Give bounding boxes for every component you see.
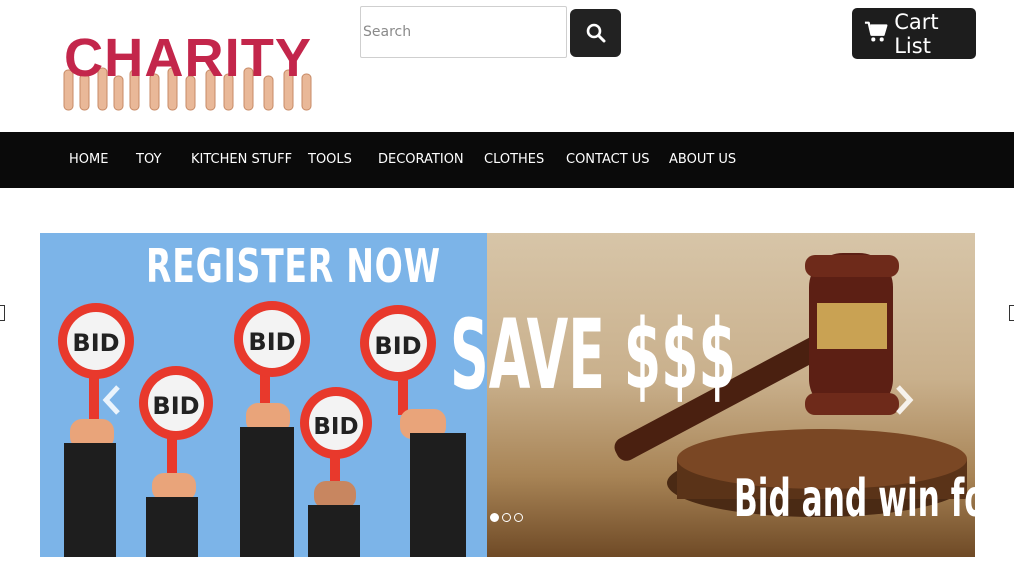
nav-item-kitchen-stuff[interactable]: KITCHEN STUFF xyxy=(191,132,292,188)
indicator-dot[interactable] xyxy=(490,513,499,522)
search-icon xyxy=(586,23,605,43)
svg-text:BID: BID xyxy=(374,332,421,360)
indicator-dot[interactable] xyxy=(514,513,523,522)
nav-item-home[interactable]: HOME xyxy=(69,132,108,188)
nav-item-toy[interactable]: TOY xyxy=(136,132,161,188)
edge-tab-left[interactable] xyxy=(0,305,5,321)
nav-item-clothes[interactable]: CLOTHES xyxy=(484,132,544,188)
charity-logo[interactable]: CHARITY xyxy=(60,18,318,112)
logo-text: CHARITY xyxy=(64,28,312,88)
svg-text:BID: BID xyxy=(313,414,358,440)
svg-text:BID: BID xyxy=(248,328,295,356)
bid-paddle-1: BID xyxy=(58,303,134,557)
chevron-right-icon[interactable] xyxy=(890,383,916,417)
bid-paddle-4: BID xyxy=(300,387,372,557)
cart-list-label: Cart List xyxy=(894,9,939,58)
bid-and-win-text: Bid and win for l xyxy=(734,469,975,529)
carousel-indicators xyxy=(490,513,523,522)
nav-item-tools[interactable]: TOOLS xyxy=(308,132,352,188)
cart-icon xyxy=(864,21,888,42)
nav-item-contact-us[interactable]: CONTACT US xyxy=(566,132,650,188)
cart-list-button[interactable]: Cart List xyxy=(852,8,976,59)
bid-paddle-2: BID xyxy=(139,366,213,557)
chevron-left-icon[interactable] xyxy=(100,383,126,417)
nav-item-about-us[interactable]: ABOUT US xyxy=(669,132,736,188)
search-input[interactable] xyxy=(360,6,567,58)
svg-text:BID: BID xyxy=(72,329,119,357)
save-dollars-text: SAVE $$$ xyxy=(450,299,736,411)
indicator-dot[interactable] xyxy=(502,513,511,522)
nav-item-decoration[interactable]: DECORATION xyxy=(378,132,464,188)
edge-tab-right[interactable] xyxy=(1009,305,1014,321)
main-navbar: HOME TOY KITCHEN STUFF TOOLS DECORATION … xyxy=(0,132,1014,188)
bid-paddle-3: BID xyxy=(234,301,310,557)
hero-carousel: REGISTER NOW BID BID BID BID BID SAVE $$… xyxy=(40,233,975,557)
search-button[interactable] xyxy=(570,9,621,57)
svg-text:BID: BID xyxy=(152,392,199,420)
